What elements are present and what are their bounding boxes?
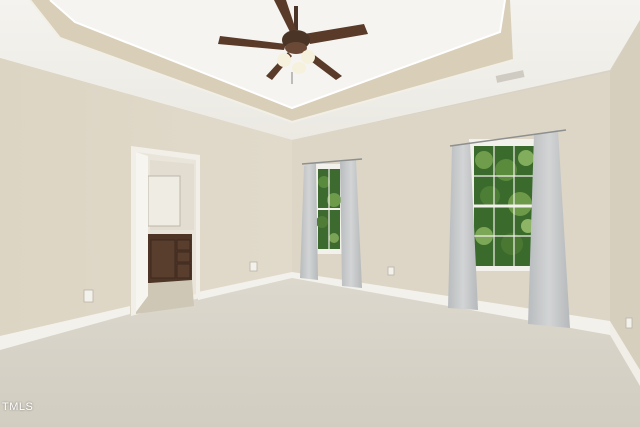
window-icon (314, 164, 344, 254)
outlet-icon (83, 289, 94, 303)
bedroom-photo (0, 0, 640, 427)
doorway-icon (131, 146, 200, 316)
outlet-icon (387, 266, 395, 276)
outlet-icon (625, 317, 633, 329)
outlet-icon (249, 261, 258, 272)
watermark-text: TMLS (2, 401, 34, 413)
window-icon (469, 139, 539, 271)
